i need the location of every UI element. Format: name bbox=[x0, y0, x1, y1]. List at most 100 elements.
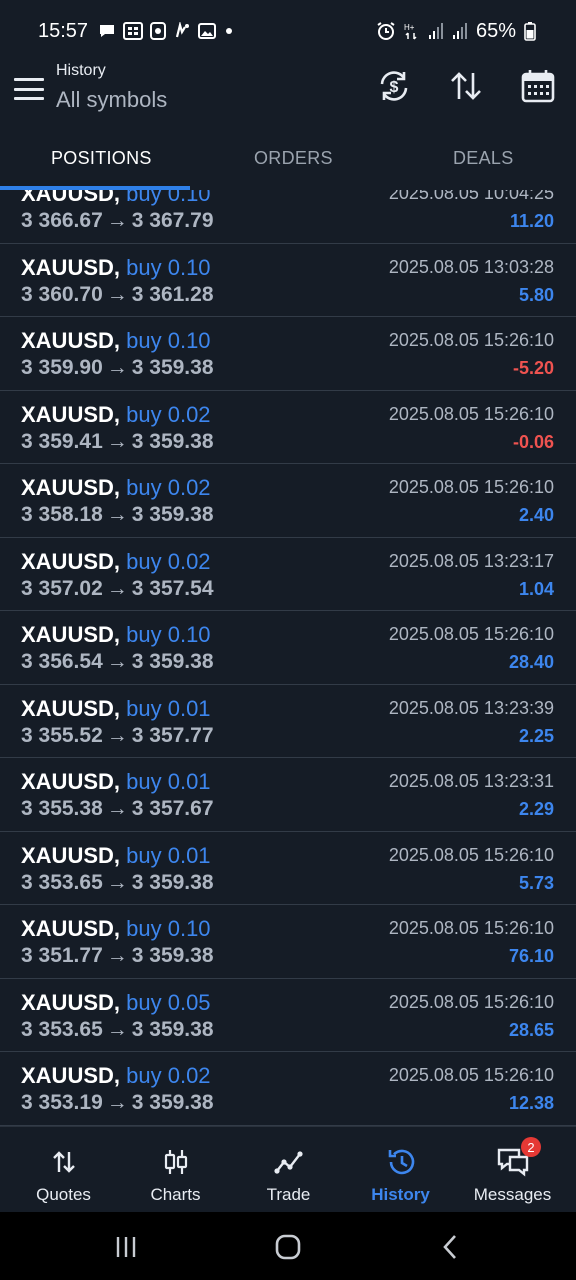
symbol-name: XAUUSD, bbox=[21, 842, 121, 868]
position-symbol: XAUUSD, buy 0.05 bbox=[21, 990, 211, 1016]
arrow-icon: → bbox=[106, 576, 128, 600]
position-side-volume: buy 0.02 bbox=[126, 548, 211, 574]
position-side-volume: buy 0.02 bbox=[126, 1063, 211, 1088]
page-title: History bbox=[56, 62, 106, 79]
gallery-icon bbox=[123, 22, 144, 40]
arrow-icon: → bbox=[106, 282, 128, 306]
position-symbol: XAUUSD, buy 0.02 bbox=[21, 402, 211, 428]
positions-list[interactable]: XAUUSD, buy 0.10 3 366.67 → 3 367.79 2025.08… bbox=[0, 190, 576, 1126]
arrow-icon: → bbox=[106, 1091, 128, 1114]
currency-exchange-button[interactable]: $ bbox=[376, 66, 412, 106]
trade-icon bbox=[273, 1151, 303, 1174]
position-row[interactable]: XAUUSD, buy 0.10 3 359.90 → 3 359.38 2025.08… bbox=[0, 317, 576, 391]
position-prices: 3 357.02 → 3 357.54 bbox=[21, 577, 214, 601]
arrow-icon: → bbox=[106, 209, 128, 232]
position-symbol: XAUUSD, buy 0.01 bbox=[21, 843, 211, 869]
nav-trade-label: Trade bbox=[266, 1185, 311, 1204]
position-time: 2025.08.05 15:26:10 bbox=[388, 403, 554, 424]
open-price: 3 353.19 bbox=[21, 1091, 103, 1114]
nav-history[interactable]: History bbox=[343, 1127, 458, 1213]
alarm-icon bbox=[377, 22, 395, 40]
close-price: 3 359.38 bbox=[131, 944, 214, 967]
open-price: 3 355.38 bbox=[21, 797, 103, 820]
symbol-name: XAUUSD, bbox=[21, 1063, 121, 1088]
close-price: 3 359.38 bbox=[131, 356, 214, 379]
close-price: 3 359.38 bbox=[131, 870, 214, 894]
position-row[interactable]: XAUUSD, buy 0.05 3 353.65 → 3 359.38 2025.08… bbox=[0, 979, 576, 1052]
position-row[interactable]: XAUUSD, buy 0.02 3 353.19 → 3 359.38 2025.08… bbox=[0, 1052, 576, 1126]
position-time: 2025.08.05 15:26:10 bbox=[388, 1065, 554, 1085]
position-row[interactable]: XAUUSD, buy 0.10 3 360.70 → 3 361.28 2025.08… bbox=[0, 244, 576, 317]
position-side-volume: buy 0.02 bbox=[126, 401, 211, 427]
position-row[interactable]: XAUUSD, buy 0.10 3 351.77 → 3 359.38 2025.08… bbox=[0, 905, 576, 979]
open-price: 3 359.41 bbox=[21, 429, 103, 453]
history-icon bbox=[388, 1149, 414, 1175]
calendar-button[interactable] bbox=[520, 66, 556, 106]
position-symbol: XAUUSD, buy 0.10 bbox=[21, 328, 211, 354]
close-price: 3 367.79 bbox=[131, 209, 214, 232]
data-icon: H+ bbox=[404, 23, 417, 40]
close-price: 3 359.38 bbox=[131, 503, 214, 526]
position-prices: 3 353.65 → 3 359.38 bbox=[21, 1018, 214, 1042]
tab-positions[interactable]: POSITIONS bbox=[51, 148, 152, 169]
nav-messages[interactable]: 2 Messages bbox=[455, 1127, 570, 1213]
position-side-volume: buy 0.10 bbox=[126, 328, 211, 353]
position-symbol: XAUUSD, buy 0.10 bbox=[21, 190, 211, 207]
symbol-filter[interactable]: All symbols bbox=[56, 87, 167, 113]
quotes-icon bbox=[52, 1151, 75, 1173]
recent-apps-button[interactable] bbox=[106, 1232, 146, 1262]
open-price: 3 353.65 bbox=[21, 1017, 103, 1041]
position-row[interactable]: XAUUSD, buy 0.02 3 358.18 → 3 359.38 2025.08… bbox=[0, 464, 576, 538]
arrow-icon: → bbox=[106, 1017, 128, 1041]
nav-trade[interactable]: Trade bbox=[231, 1127, 346, 1213]
position-row[interactable]: XAUUSD, buy 0.02 3 359.41 → 3 359.38 2025.08… bbox=[0, 391, 576, 464]
position-prices: 3 358.18 → 3 359.38 bbox=[21, 503, 214, 527]
position-symbol: XAUUSD, buy 0.01 bbox=[21, 696, 211, 722]
nav-charts-label: Charts bbox=[150, 1185, 201, 1204]
home-icon bbox=[275, 1234, 301, 1260]
menu-button[interactable] bbox=[14, 76, 44, 102]
sort-icon bbox=[451, 72, 481, 100]
signal-icon bbox=[452, 23, 467, 39]
nav-charts[interactable]: Charts bbox=[118, 1127, 233, 1213]
arrow-icon: → bbox=[106, 650, 128, 673]
symbol-name: XAUUSD, bbox=[21, 548, 121, 574]
tab-deals[interactable]: DEALS bbox=[453, 148, 514, 169]
arrow-icon: → bbox=[106, 944, 128, 967]
bottom-navigation: Quotes Charts Trade History 2 Messages bbox=[0, 1126, 576, 1212]
position-prices: 3 355.38 → 3 357.67 bbox=[21, 797, 214, 821]
message-icon bbox=[100, 25, 115, 37]
open-price: 3 355.52 bbox=[21, 723, 103, 747]
position-time: 2025.08.05 15:26:10 bbox=[388, 624, 554, 644]
position-side-volume: buy 0.05 bbox=[126, 989, 211, 1015]
open-price: 3 356.54 bbox=[21, 650, 103, 673]
position-symbol: XAUUSD, buy 0.02 bbox=[21, 475, 211, 501]
position-row[interactable]: XAUUSD, buy 0.02 3 357.02 → 3 357.54 2025.08… bbox=[0, 538, 576, 611]
open-price: 3 351.77 bbox=[21, 944, 103, 967]
svg-text:$: $ bbox=[390, 79, 399, 96]
position-row[interactable]: XAUUSD, buy 0.01 3 353.65 → 3 359.38 2025.08… bbox=[0, 832, 576, 905]
arrow-icon: → bbox=[106, 723, 128, 747]
arrow-icon: → bbox=[106, 797, 128, 820]
app-header: History All symbols $ bbox=[0, 62, 576, 128]
charts-icon bbox=[164, 1150, 187, 1174]
sim-icon bbox=[175, 22, 190, 38]
home-button[interactable] bbox=[268, 1232, 308, 1262]
notification-icons bbox=[98, 22, 235, 40]
position-row[interactable]: XAUUSD, buy 0.10 3 366.67 → 3 367.79 2025.08… bbox=[0, 190, 576, 244]
position-row[interactable]: XAUUSD, buy 0.10 3 356.54 → 3 359.38 2025.08… bbox=[0, 611, 576, 685]
position-profit: 2.29 bbox=[518, 799, 554, 819]
tab-orders[interactable]: ORDERS bbox=[254, 148, 333, 169]
arrow-icon: → bbox=[106, 503, 128, 526]
position-time: 2025.08.05 10:04:25 bbox=[388, 190, 554, 203]
nav-quotes-label: Quotes bbox=[36, 1185, 91, 1204]
open-price: 3 353.65 bbox=[21, 870, 103, 894]
position-profit: 1.04 bbox=[518, 578, 554, 599]
position-side-volume: buy 0.01 bbox=[126, 769, 211, 794]
position-profit: 28.65 bbox=[508, 1019, 554, 1040]
position-row[interactable]: XAUUSD, buy 0.01 3 355.52 → 3 357.77 2025.08… bbox=[0, 685, 576, 758]
back-button[interactable] bbox=[430, 1232, 470, 1262]
position-row[interactable]: XAUUSD, buy 0.01 3 355.38 → 3 357.67 2025.08… bbox=[0, 758, 576, 832]
nav-quotes[interactable]: Quotes bbox=[6, 1127, 121, 1213]
sort-button[interactable] bbox=[448, 66, 484, 106]
